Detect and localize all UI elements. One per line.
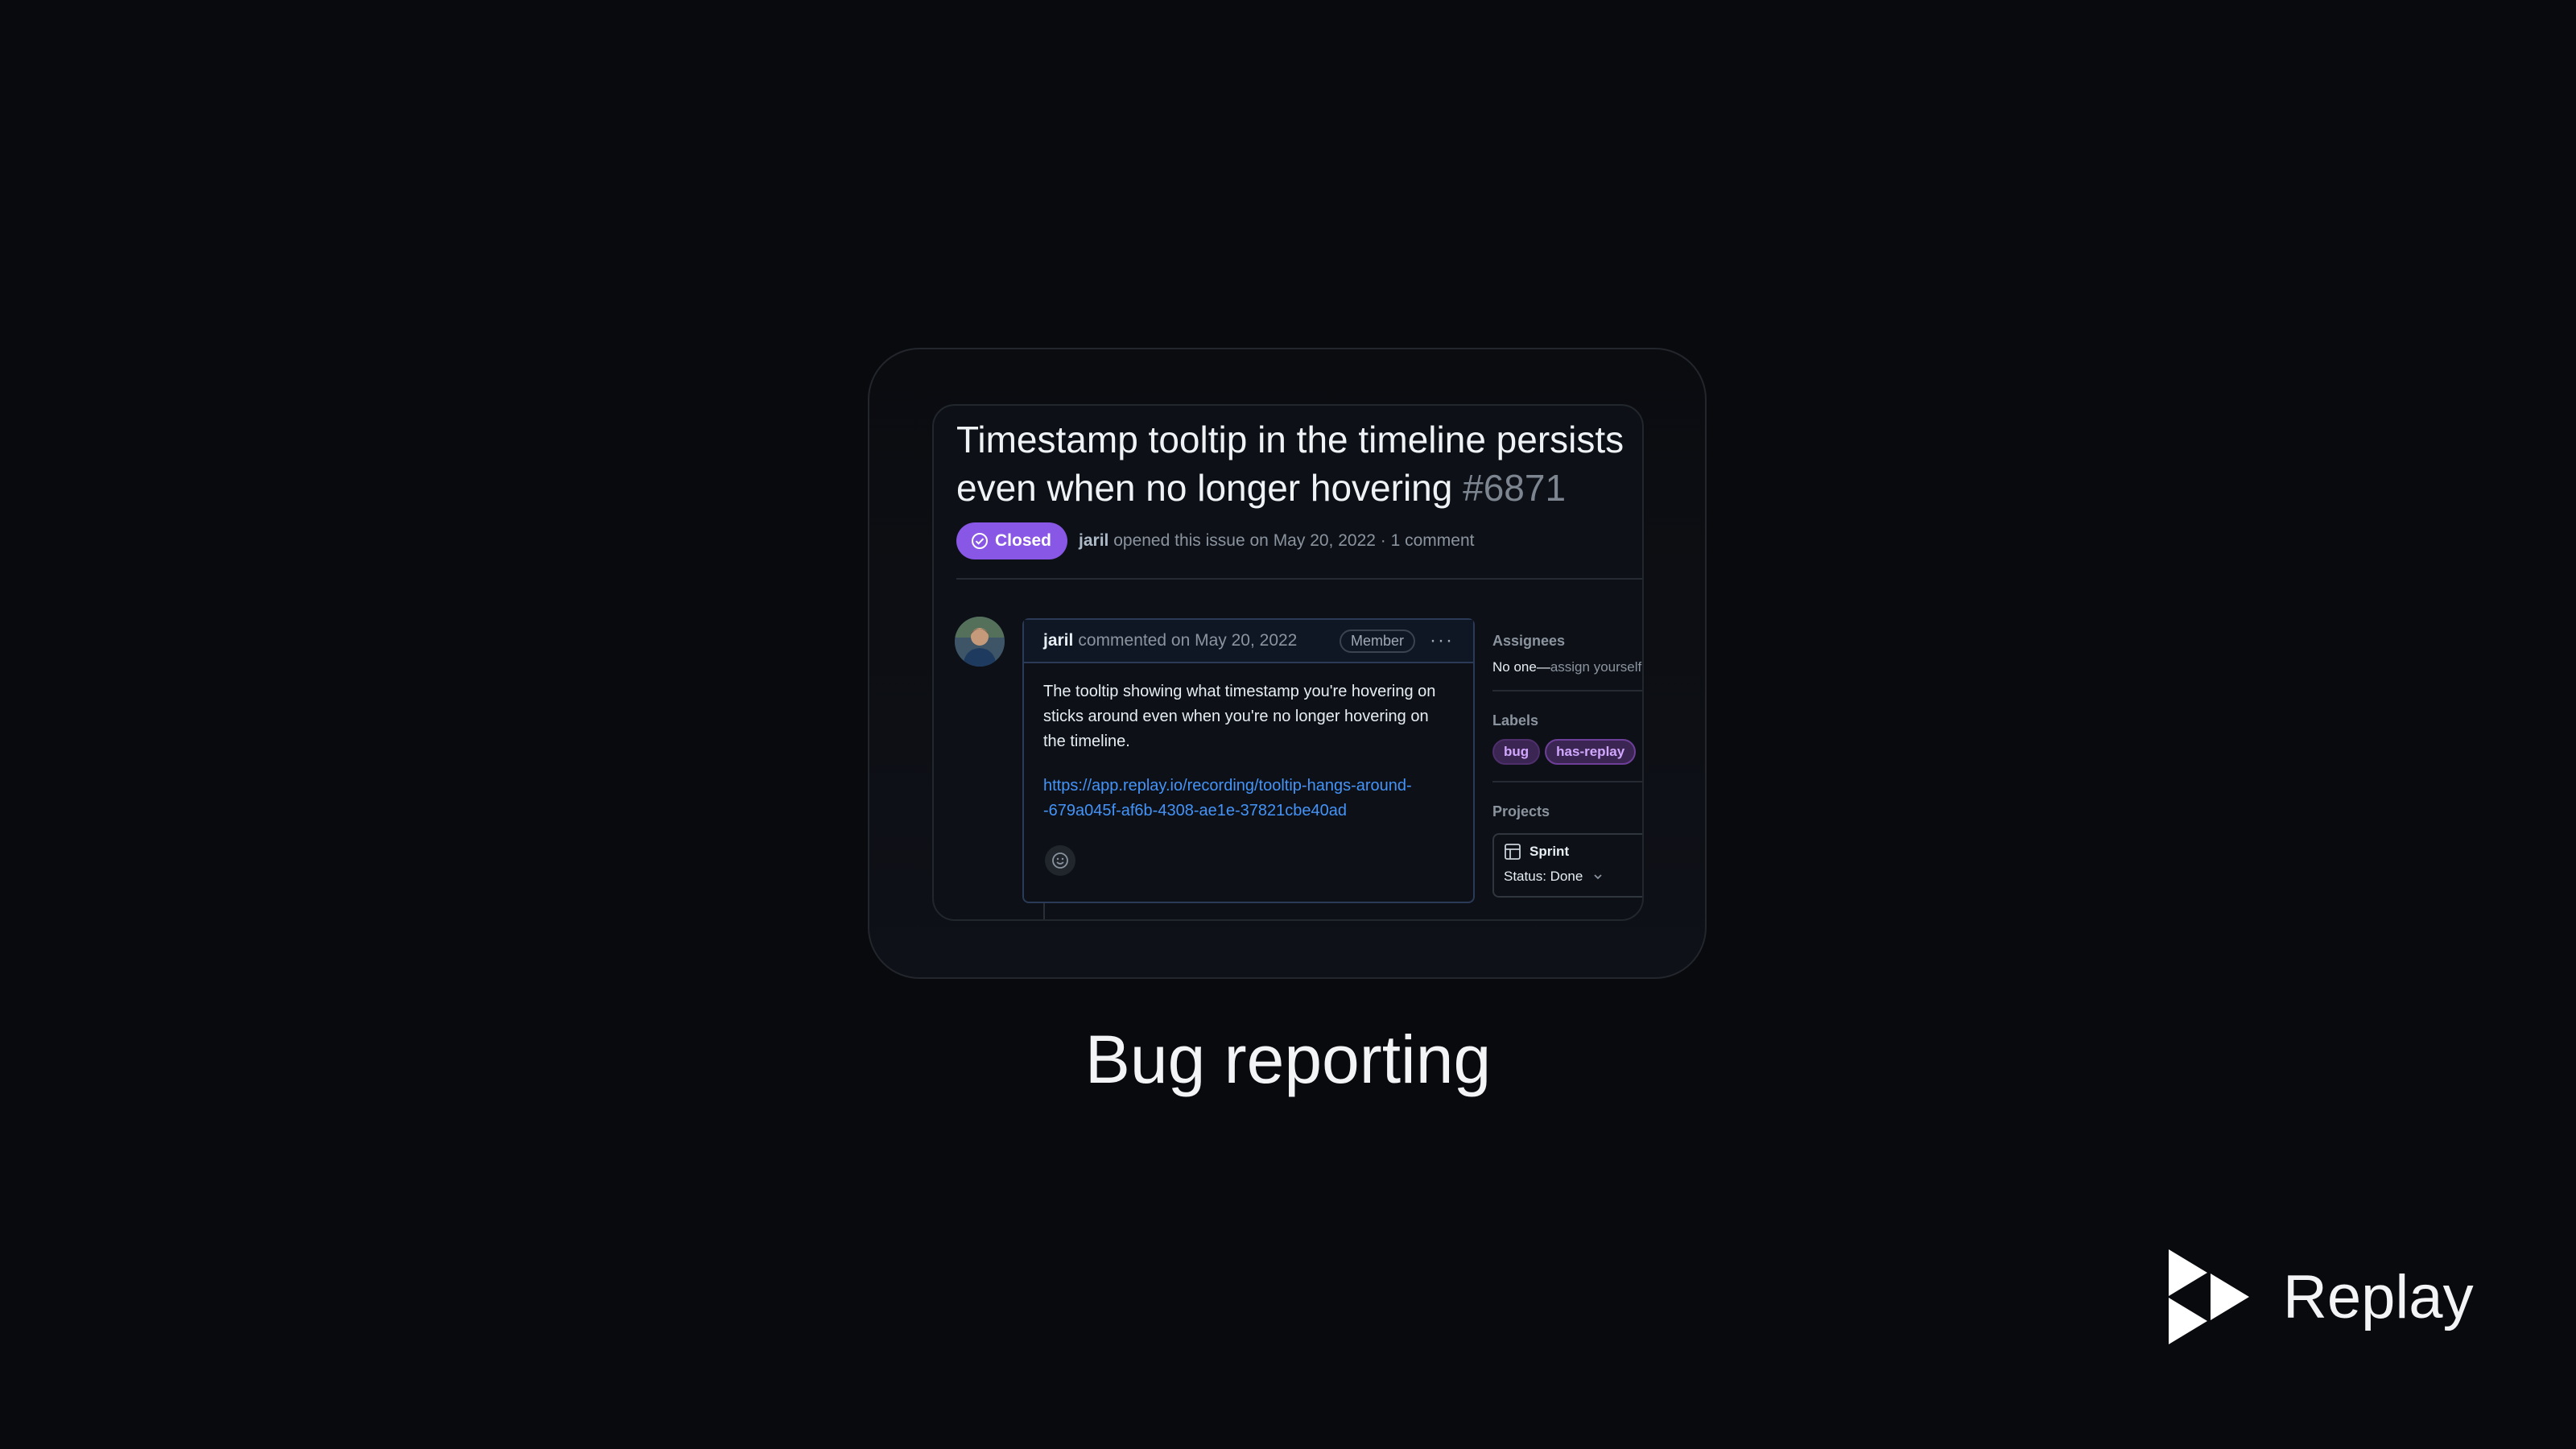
issue-meta: jaril opened this issue on May 20, 2022 … xyxy=(1079,531,1474,551)
projects-heading[interactable]: Projects xyxy=(1492,803,1642,820)
project-title: Sprint xyxy=(1504,843,1642,861)
issue-author-link[interactable]: jaril xyxy=(1079,531,1108,550)
issue-number[interactable]: #6871 xyxy=(1463,467,1566,509)
comment-body: The tooltip showing what timestamp you'r… xyxy=(1024,663,1473,824)
chevron-down-icon xyxy=(1594,874,1602,880)
labels-heading[interactable]: Labels xyxy=(1492,712,1642,729)
assignees-value: No one—assign yourself xyxy=(1492,659,1642,675)
project-status[interactable]: Status: Done xyxy=(1504,869,1642,885)
recording-link-line1: https://app.replay.io/recording/tooltip-… xyxy=(1043,777,1412,795)
assign-yourself-link[interactable]: assign yourself xyxy=(1550,659,1641,675)
header-divider xyxy=(956,578,1642,580)
avatar[interactable] xyxy=(955,617,1005,667)
sidebar-divider xyxy=(1492,781,1642,782)
comment-text: The tooltip showing what timestamp you'r… xyxy=(1043,683,1436,750)
check-circle-icon xyxy=(972,533,988,549)
assignees-heading[interactable]: Assignees xyxy=(1492,633,1642,650)
labels-list: bug has-replay xyxy=(1492,739,1642,765)
recording-link-line2: -679a045f-af6b-4308-ae1e-37821cbe40ad xyxy=(1043,802,1347,819)
issue-meta-text: opened this issue on May 20, 2022 · 1 co… xyxy=(1113,531,1475,550)
timeline-line xyxy=(1043,903,1045,919)
table-icon xyxy=(1505,844,1521,860)
replay-brand: Replay xyxy=(2165,1249,2474,1344)
member-badge: Member xyxy=(1340,629,1416,653)
status-badge: Closed xyxy=(956,522,1068,559)
issue-title: Timestamp tooltip in the timeline persis… xyxy=(956,415,1633,512)
issue-sidebar: Assignees No one—assign yourself Labels … xyxy=(1492,623,1642,898)
project-name[interactable]: Sprint xyxy=(1530,844,1569,860)
issue-card: Timestamp tooltip in the timeline persis… xyxy=(932,404,1644,921)
label-has-replay[interactable]: has-replay xyxy=(1545,739,1637,765)
caption: Bug reporting xyxy=(1084,1022,1492,1097)
project-card: Sprint Status: Done xyxy=(1492,833,1642,898)
label-bug[interactable]: bug xyxy=(1492,739,1541,765)
comment-header: jaril commented on May 20, 2022 Member ·… xyxy=(1024,620,1473,663)
add-reaction-button[interactable] xyxy=(1045,845,1075,876)
status-badge-label: Closed xyxy=(995,531,1052,550)
brand-name: Replay xyxy=(2283,1262,2474,1331)
smiley-icon xyxy=(1052,852,1068,869)
comment-meta: commented on May 20, 2022 xyxy=(1078,631,1298,650)
issue-status-row: Closed jaril opened this issue on May 20… xyxy=(956,522,1474,560)
avatar-image xyxy=(955,617,1005,667)
kebab-horizontal-icon[interactable]: ··· xyxy=(1430,630,1454,652)
replay-logo-icon xyxy=(2169,1249,2249,1344)
project-status-text: Status: Done xyxy=(1504,869,1583,884)
assignees-none: No one— xyxy=(1492,659,1550,675)
comment-author-link[interactable]: jaril xyxy=(1043,631,1073,650)
recording-link[interactable]: https://app.replay.io/recording/tooltip-… xyxy=(1043,774,1454,824)
sidebar-divider xyxy=(1492,690,1642,691)
comment-box: jaril commented on May 20, 2022 Member ·… xyxy=(1022,618,1475,903)
